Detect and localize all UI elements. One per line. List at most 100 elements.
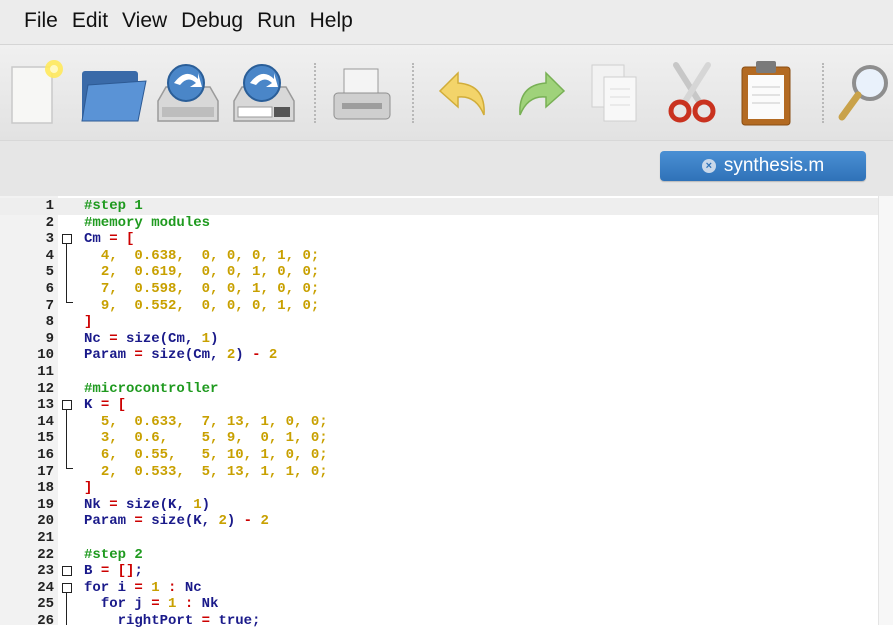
code-token: size(Cm, xyxy=(126,330,202,347)
fold-guide xyxy=(66,593,67,625)
code-token: ) xyxy=(201,496,211,513)
code-token: #step 2 xyxy=(84,546,143,563)
code-text: for i = 1 : Nc xyxy=(84,580,202,597)
code-line[interactable]: 4 4, 0.638, 0, 0, 0, 1, 0; xyxy=(0,248,879,265)
code-line[interactable]: 2 #memory modules xyxy=(0,215,879,232)
menu-help[interactable]: Help xyxy=(310,0,353,33)
code-token: Param xyxy=(84,513,135,530)
code-token: ] xyxy=(84,314,93,331)
code-line[interactable]: 23 B = []; xyxy=(0,563,879,580)
code-line[interactable]: 13 K = [ xyxy=(0,397,879,414)
code-editor[interactable]: 1 #step 1 2 #memory modules 3 Cm = [4 4, 0.63… xyxy=(0,196,893,629)
save-icon[interactable] xyxy=(152,57,219,129)
line-number: 9 xyxy=(45,330,54,347)
line-number: 7 xyxy=(45,297,54,314)
code-line[interactable]: 9 Nc = size(Cm, 1) xyxy=(0,331,879,348)
menu-debug[interactable]: Debug xyxy=(181,0,243,33)
vertical-scrollbar[interactable] xyxy=(878,196,893,625)
code-line[interactable]: 24 for i = 1 : Nc xyxy=(0,580,879,597)
code-token: = xyxy=(134,347,152,364)
code-token: [ xyxy=(126,231,135,248)
code-text: 7, 0.598, 0, 0, 1, 0, 0; xyxy=(84,281,319,298)
code-line[interactable]: 25 for j = 1 : Nk xyxy=(0,596,879,613)
tab-synthesis[interactable]: × synthesis.m xyxy=(660,151,866,181)
code-text: #step 2 xyxy=(84,547,143,564)
code-line[interactable]: 15 3, 0.6, 5, 9, 0, 1, 0; xyxy=(0,430,879,447)
fold-toggle-icon[interactable] xyxy=(62,566,72,576)
code-token: Cm xyxy=(84,231,110,248)
code-line[interactable]: 19 Nk = size(K, 1) xyxy=(0,497,879,514)
code-line[interactable]: 11 xyxy=(0,364,879,381)
line-number: 15 xyxy=(37,430,54,447)
code-token: [ xyxy=(117,397,127,414)
code-token: : xyxy=(168,579,185,596)
code-line[interactable]: 8] xyxy=(0,314,879,331)
code-line[interactable]: 7 9, 0.552, 0, 0, 0, 1, 0; xyxy=(0,298,879,315)
code-token: size(K, xyxy=(151,513,219,530)
line-number: 19 xyxy=(37,496,54,513)
code-line[interactable]: 6 7, 0.598, 0, 0, 1, 0, 0; xyxy=(0,281,879,298)
code-token: - xyxy=(243,513,261,530)
code-token: Nk xyxy=(84,496,110,513)
fold-toggle-icon[interactable] xyxy=(62,583,72,593)
line-number: 8 xyxy=(45,314,54,331)
menu-edit[interactable]: Edit xyxy=(72,0,108,33)
code-line[interactable]: 12 #microcontroller xyxy=(0,381,879,398)
code-token: 2, 0.533, 5, 13, 1, 1, 0; xyxy=(100,463,328,480)
code-token: 2 xyxy=(268,347,278,364)
code-text: ] xyxy=(84,480,92,497)
code-line[interactable]: 14 5, 0.633, 7, 13, 1, 0, 0; xyxy=(0,414,879,431)
code-text: for j = 1 : Nk xyxy=(84,596,219,613)
menu-file[interactable]: File xyxy=(24,0,58,33)
code-line[interactable]: 17 2, 0.533, 5, 13, 1, 1, 0; xyxy=(0,464,879,481)
save-as-icon[interactable] xyxy=(228,57,295,129)
code-token: K xyxy=(84,397,101,414)
fold-guide xyxy=(66,244,67,302)
code-line[interactable]: 16 6, 0.55, 5, 10, 1, 0, 0; xyxy=(0,447,879,464)
line-number: 22 xyxy=(37,546,54,563)
menu-run[interactable]: Run xyxy=(257,0,296,33)
code-line[interactable]: 20 Param = size(K, 2) - 2 xyxy=(0,513,879,530)
code-token: ) xyxy=(210,330,219,347)
close-icon[interactable]: × xyxy=(701,159,716,173)
code-line[interactable]: 21 xyxy=(0,530,879,547)
code-token: = xyxy=(151,596,169,613)
line-number: 23 xyxy=(37,563,54,580)
code-token: #microcontroller xyxy=(84,380,219,397)
code-text: #memory modules xyxy=(84,215,210,232)
cut-icon[interactable] xyxy=(660,57,724,129)
copy-icon[interactable] xyxy=(584,57,648,129)
code-line[interactable]: 3 Cm = [ xyxy=(0,231,879,248)
menu-view[interactable]: View xyxy=(122,0,167,33)
code-text: Param = size(K, 2) - 2 xyxy=(84,513,269,530)
code-token: 2 xyxy=(226,347,236,364)
paste-icon[interactable] xyxy=(736,57,800,129)
code-line[interactable]: 1 #step 1 xyxy=(0,198,879,215)
code-line[interactable]: 26 rightPort = true; xyxy=(0,613,879,630)
line-number: 20 xyxy=(37,513,54,530)
code-line[interactable]: 5 2, 0.619, 0, 0, 1, 0, 0; xyxy=(0,264,879,281)
undo-icon[interactable] xyxy=(432,57,496,129)
code-token: for xyxy=(100,596,135,613)
print-icon[interactable] xyxy=(330,57,394,129)
fold-toggle-icon[interactable] xyxy=(62,234,72,244)
tab-bar: × synthesis.m xyxy=(0,140,893,197)
code-token: j xyxy=(134,596,152,613)
open-folder-icon[interactable] xyxy=(78,57,147,129)
line-number: 2 xyxy=(45,214,54,231)
find-icon[interactable] xyxy=(836,57,893,129)
code-line[interactable]: 18] xyxy=(0,480,879,497)
code-token: = xyxy=(109,496,127,513)
code-line[interactable]: 22 #step 2 xyxy=(0,547,879,564)
fold-toggle-icon[interactable] xyxy=(62,400,72,410)
redo-icon[interactable] xyxy=(508,57,572,129)
line-number: 14 xyxy=(37,413,54,430)
code-token: Nc xyxy=(184,579,202,596)
code-text: 2, 0.533, 5, 13, 1, 1, 0; xyxy=(84,464,328,481)
new-file-icon[interactable] xyxy=(8,57,72,129)
code-line[interactable]: 10 Param = size(Cm, 2) - 2 xyxy=(0,347,879,364)
code-text: 9, 0.552, 0, 0, 0, 1, 0; xyxy=(84,298,319,315)
